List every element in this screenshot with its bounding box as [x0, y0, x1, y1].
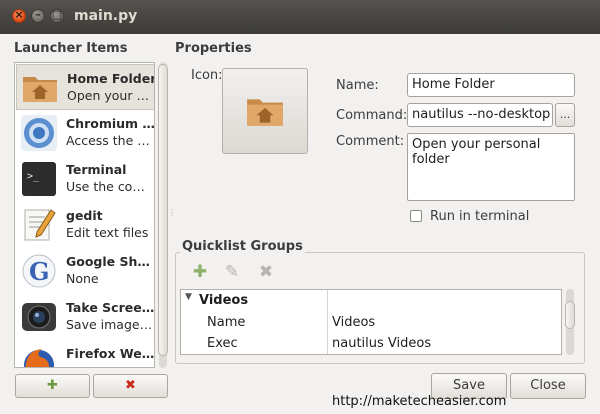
title-bar: × – □ main.py — [0, 0, 600, 34]
launcher-item-desc: Edit text files — [66, 225, 149, 240]
edit-icon: ✎ — [224, 262, 240, 282]
close-icon: × — [14, 8, 24, 21]
quicklist-group-row[interactable]: Videos — [199, 293, 248, 308]
svg-text:G: G — [29, 257, 50, 286]
launcher-item-google[interactable]: G Google Sh… None — [16, 248, 154, 294]
browse-command-button[interactable]: ... — [555, 103, 575, 127]
command-label: Command: — [336, 108, 408, 123]
run-in-terminal-checkbox[interactable] — [410, 210, 422, 222]
comment-label: Comment: — [336, 134, 405, 149]
quicklist-tree[interactable]: ▼ Videos Name Videos Exec nautilus Video… — [180, 289, 562, 355]
add-launcher-button[interactable]: ✚ — [15, 374, 90, 398]
launcher-item-desc: None — [66, 271, 99, 286]
run-in-terminal-label: Run in terminal — [430, 209, 530, 224]
minimize-icon: – — [35, 8, 41, 21]
scrollbar-thumb[interactable] — [565, 301, 575, 329]
launcher-item-name: Terminal — [66, 162, 127, 177]
edit-quicklist-button[interactable]: ✎ — [222, 262, 242, 282]
launcher-item-take-screenshot[interactable]: Take Scree… Save image… — [16, 294, 155, 340]
launcher-item-name: Chromium … — [66, 116, 155, 131]
remove-launcher-button[interactable]: ✖ — [93, 374, 168, 398]
launcher-item-firefox[interactable]: Firefox We… — [16, 340, 155, 367]
pane-drag-handle[interactable]: ⋮ — [168, 208, 176, 220]
launcher-item-desc: Save image… — [66, 317, 153, 332]
minimize-window-button[interactable]: – — [31, 8, 45, 23]
tree-row-key[interactable]: Exec — [207, 336, 238, 351]
tree-row-key[interactable]: Name — [207, 315, 245, 330]
launcher-items-heading: Launcher Items — [14, 41, 128, 56]
home-folder-icon — [21, 69, 59, 107]
chromium-icon — [20, 114, 58, 152]
gedit-icon — [20, 206, 58, 244]
icon-label: Icon: — [191, 68, 223, 83]
quicklist-scrollbar[interactable] — [563, 289, 577, 355]
launcher-item-desc: Open your … — [67, 88, 149, 103]
svg-text:>_: >_ — [27, 171, 40, 182]
column-divider — [327, 290, 328, 354]
launcher-list: Home Folder Open your … Chromium … Acces… — [14, 62, 155, 368]
firefox-icon — [20, 344, 58, 367]
watermark-text: http://maketecheasier.com — [332, 394, 507, 409]
launcher-item-desc: Use the co… — [66, 179, 145, 194]
main-window: × – □ main.py Launcher Items Home Folder… — [0, 0, 600, 414]
add-icon: ✚ — [192, 262, 208, 282]
quicklist-groups-heading: Quicklist Groups — [180, 239, 305, 254]
window-title: main.py — [74, 8, 138, 24]
terminal-icon: >_ — [20, 160, 58, 198]
tree-row-value[interactable]: nautilus Videos — [332, 336, 431, 351]
launcher-item-home-folder[interactable]: Home Folder Open your … — [16, 64, 155, 110]
close-button[interactable]: Close — [510, 373, 586, 399]
expander-arrow-icon[interactable]: ▼ — [185, 292, 192, 302]
name-field[interactable]: Home Folder — [407, 73, 575, 97]
remove-quicklist-button[interactable]: ✖ — [256, 262, 276, 282]
icon-chooser-button[interactable] — [222, 68, 308, 154]
launcher-item-desc: Access the … — [66, 133, 150, 148]
maximize-icon: □ — [51, 8, 63, 21]
properties-heading: Properties — [175, 41, 252, 56]
comment-field[interactable]: Open your personal folder — [407, 133, 575, 201]
google-icon: G — [20, 252, 58, 290]
launcher-item-name: Home Folder — [67, 71, 155, 86]
launcher-item-terminal[interactable]: >_ Terminal Use the co… — [16, 156, 154, 202]
screenshot-icon — [20, 298, 58, 336]
add-quicklist-button[interactable]: ✚ — [190, 262, 210, 282]
launcher-item-name: gedit — [66, 208, 103, 223]
add-icon: ✚ — [47, 378, 58, 393]
launcher-item-gedit[interactable]: gedit Edit text files — [16, 202, 154, 248]
remove-icon: ✖ — [258, 262, 274, 282]
maximize-window-button[interactable]: □ — [50, 8, 64, 23]
close-window-button[interactable]: × — [12, 8, 26, 23]
remove-icon: ✖ — [125, 378, 136, 393]
name-label: Name: — [336, 78, 379, 93]
home-folder-icon — [247, 99, 283, 126]
launcher-item-name: Google Sh… — [66, 254, 150, 269]
launcher-item-name: Take Scree… — [66, 300, 155, 315]
tree-row-value[interactable]: Videos — [332, 315, 375, 330]
scrollbar-thumb[interactable] — [158, 64, 168, 356]
launcher-item-chromium[interactable]: Chromium … Access the … — [16, 110, 155, 156]
command-field[interactable]: nautilus --no-desktop — [407, 103, 553, 127]
launcher-item-name: Firefox We… — [66, 346, 155, 361]
